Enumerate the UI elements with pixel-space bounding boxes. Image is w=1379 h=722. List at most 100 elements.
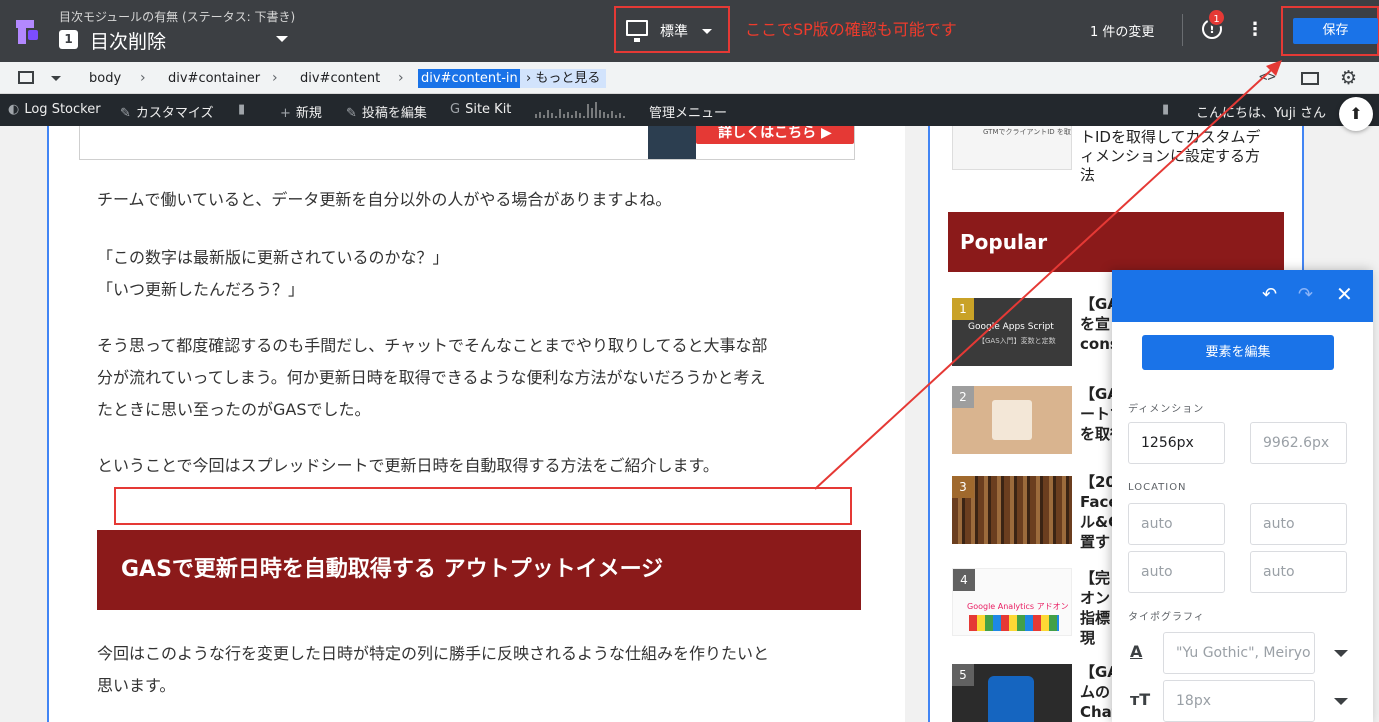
select-mode-dropdown-icon[interactable] bbox=[51, 76, 61, 81]
wp-site-name-label: Log Stocker bbox=[24, 102, 101, 117]
undo-icon[interactable]: ↶ bbox=[1262, 284, 1277, 305]
variant-dropdown-icon[interactable] bbox=[276, 36, 288, 42]
google-g-icon: G bbox=[450, 102, 461, 117]
device-selector[interactable]: 標準 bbox=[614, 6, 730, 53]
crumb-container[interactable]: div#container bbox=[168, 69, 260, 88]
location-bottom-input[interactable]: auto bbox=[1128, 551, 1225, 593]
popular-item-title[interactable]: 【完 オン 指標 現 bbox=[1080, 568, 1110, 648]
save-button[interactable]: 保存 bbox=[1293, 18, 1378, 44]
title-line: ィメンションに設定する方 bbox=[1080, 147, 1261, 165]
article-paragraph: 分が流れていってしまう。何か更新日時を取得できるような便利な方法がないだろうかと… bbox=[97, 368, 766, 387]
article-paragraph: 「いつ更新したんだろう？」 bbox=[97, 280, 305, 299]
wp-customize-label: カスタマイズ bbox=[135, 106, 214, 121]
chevron-right-icon: › bbox=[398, 70, 404, 86]
sidebar-item-title[interactable]: トIDを取得してカスタムデ ィメンションに設定する方 法 bbox=[1080, 128, 1261, 185]
article-paragraph: チームで働いていると、データ更新を自分以外の人がやる場合がありますよね。 bbox=[97, 190, 672, 209]
redo-icon[interactable]: ↷ bbox=[1298, 284, 1313, 305]
optimize-logo-icon bbox=[16, 20, 38, 44]
crumb-more[interactable]: › もっと見る bbox=[520, 69, 607, 88]
chevron-right-icon: › bbox=[140, 70, 146, 86]
thumb-caption: GTMでクライアントID を取得してみた bbox=[983, 128, 1071, 136]
dom-path-bar: body › div#container › div#content › div… bbox=[0, 62, 1379, 94]
popular-thumbnail[interactable]: 3 bbox=[952, 476, 1072, 544]
rank-badge: 4 bbox=[953, 569, 975, 591]
font-family-select[interactable]: "Yu Gothic", Meiryo bbox=[1163, 632, 1315, 674]
brush-icon: ✎ bbox=[120, 106, 131, 121]
wp-customize[interactable]: ✎ カスタマイズ bbox=[120, 102, 214, 121]
width-input[interactable]: 1256px bbox=[1128, 422, 1225, 464]
crumb-more-label: もっと見る bbox=[535, 71, 601, 86]
wp-edit-post[interactable]: ✎ 投稿を編集 bbox=[346, 102, 427, 121]
font-size-dropdown-icon[interactable] bbox=[1334, 698, 1348, 705]
annotation-note: ここでSP版の確認も可能です bbox=[745, 20, 957, 39]
wp-comments[interactable]: ▮ bbox=[238, 102, 250, 117]
save-annotation-box: 保存 bbox=[1281, 6, 1379, 56]
code-icon[interactable]: <> bbox=[1259, 69, 1276, 85]
thumb-caption: Google Apps Script bbox=[968, 322, 1054, 332]
edit-element-button[interactable]: 要素を編集 bbox=[1142, 335, 1334, 370]
rank-badge: 5 bbox=[952, 664, 974, 686]
title-line: トIDを取得してカスタムデ bbox=[1080, 128, 1261, 146]
gear-icon[interactable]: ⚙ bbox=[1340, 67, 1357, 89]
divider bbox=[1182, 14, 1183, 46]
wp-new[interactable]: + 新規 bbox=[280, 102, 322, 121]
title-line: 現 bbox=[1080, 629, 1096, 647]
thumb-caption: Google Analytics アドオン bbox=[967, 602, 1069, 611]
wp-new-label: 新規 bbox=[295, 106, 322, 121]
section-heading[interactable]: GASで更新日時を自動取得する アウトプットイメージ bbox=[97, 530, 861, 610]
thumb-phone bbox=[988, 676, 1034, 722]
main-content[interactable]: 詳しくはこちら ▶ チームで働いていると、データ更新を自分以外の人がやる場合があ… bbox=[47, 126, 905, 722]
experiment-title: 目次モジュールの有無 (ステータス: 下書き) bbox=[59, 10, 296, 24]
dimension-label: ディメンション bbox=[1128, 404, 1205, 415]
close-icon[interactable]: ✕ bbox=[1336, 282, 1353, 306]
popular-thumbnail[interactable]: 4 Google Analytics アドオン bbox=[952, 568, 1072, 636]
chevron-right-icon: › bbox=[272, 70, 278, 86]
stats-sparkline-icon[interactable] bbox=[534, 100, 630, 120]
select-element-icon[interactable] bbox=[18, 71, 34, 84]
popular-heading: Popular bbox=[948, 212, 1284, 272]
location-label: LOCATION bbox=[1128, 482, 1187, 493]
wp-admin-menu[interactable]: 管理メニュー bbox=[649, 102, 727, 121]
article-paragraph: ということで今回はスプレッドシートで更新日時を自動取得する方法をご紹介します。 bbox=[97, 456, 719, 475]
alert-count-badge: 1 bbox=[1207, 8, 1226, 27]
article-paragraph: 今回はこのような行を変更した日時が特定の列に勝手に反映されるような仕組みを作りた… bbox=[97, 644, 770, 663]
banner-cta-button[interactable]: 詳しくはこちら ▶ bbox=[696, 126, 854, 144]
sidebar-thumbnail[interactable]: GTMでクライアントID を取得してみた bbox=[952, 126, 1072, 170]
inspect-icon[interactable] bbox=[1301, 72, 1319, 85]
wp-greeting[interactable]: こんにちは、Yuji さん bbox=[1196, 102, 1326, 121]
scroll-to-top-button[interactable]: ⬆ bbox=[1339, 97, 1373, 131]
wp-site-kit[interactable]: G Site Kit bbox=[450, 102, 511, 117]
variant-name[interactable]: 目次削除 bbox=[90, 27, 166, 54]
crumb-content-in[interactable]: div#content-in bbox=[418, 69, 521, 88]
height-input[interactable]: 9962.6px bbox=[1250, 422, 1347, 464]
comment-icon: ▮ bbox=[238, 102, 246, 117]
plus-icon: + bbox=[280, 106, 291, 121]
desktop-icon bbox=[626, 20, 648, 42]
crumb-content[interactable]: div#content bbox=[300, 69, 380, 88]
font-size-icon: тT bbox=[1130, 690, 1151, 709]
removed-toc-placeholder[interactable] bbox=[114, 487, 852, 525]
comment-icon: ▮ bbox=[1162, 102, 1170, 117]
wp-site-name[interactable]: ◐ Log Stocker bbox=[8, 102, 101, 117]
promo-banner[interactable]: 詳しくはこちら ▶ bbox=[79, 126, 855, 160]
popular-thumbnail[interactable]: 2 bbox=[952, 386, 1072, 454]
font-family-icon: A bbox=[1130, 642, 1143, 661]
edit-element-panel: ↶ ↷ ✕ 要素を編集 ディメンション 1256px 9962.6px LOCA… bbox=[1112, 270, 1373, 722]
article-paragraph: たときに思い至ったのがGASでした。 bbox=[97, 400, 371, 419]
wp-edit-post-label: 投稿を編集 bbox=[361, 106, 427, 121]
device-label: 標準 bbox=[660, 24, 688, 40]
rank-badge: 3 bbox=[952, 476, 974, 498]
font-family-dropdown-icon[interactable] bbox=[1334, 650, 1348, 657]
location-top-input[interactable]: auto bbox=[1128, 503, 1225, 545]
crumb-body[interactable]: body bbox=[89, 69, 121, 88]
variant-number-badge: 1 bbox=[59, 30, 78, 49]
wp-notice[interactable]: ▮ bbox=[1162, 102, 1174, 117]
location-left-input[interactable]: auto bbox=[1250, 551, 1347, 593]
popular-thumbnail[interactable]: 1 Google Apps Script 【GAS入門】変数と定数 bbox=[952, 298, 1072, 366]
changes-count[interactable]: 1 件の変更 bbox=[1090, 21, 1154, 40]
rank-badge: 1 bbox=[952, 298, 974, 320]
more-vert-icon[interactable]: ⋮ bbox=[1245, 20, 1265, 40]
font-size-select[interactable]: 18px bbox=[1163, 680, 1315, 722]
location-right-input[interactable]: auto bbox=[1250, 503, 1347, 545]
popular-thumbnail[interactable]: 5 bbox=[952, 664, 1072, 722]
